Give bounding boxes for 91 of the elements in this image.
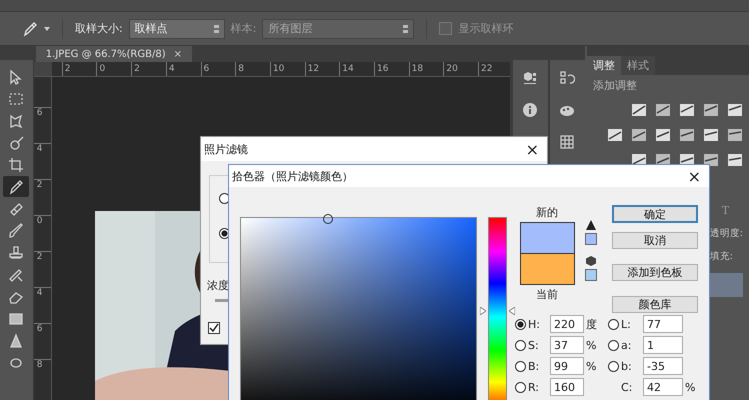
- ruler-label: 2: [34, 251, 51, 287]
- radio-button[interactable]: [515, 340, 526, 350]
- hue-slider[interactable]: [480, 217, 515, 400]
- unit-label: %: [586, 338, 598, 352]
- mini-swatch[interactable]: [585, 269, 597, 281]
- ruler-label: 6: [34, 107, 51, 143]
- value-field[interactable]: 77: [643, 315, 683, 333]
- history-brush-icon: [8, 266, 24, 282]
- field-label: L:: [621, 318, 632, 330]
- sample-size-label: 取样大小:: [75, 21, 123, 36]
- swatch-label: 当前: [536, 287, 558, 302]
- ruler-label: 0: [34, 215, 51, 251]
- ruler-label: 14: [339, 62, 374, 76]
- panel-tab[interactable]: 样式: [620, 56, 655, 75]
- value-field[interactable]: 160: [550, 378, 584, 396]
- field-label: S:: [528, 338, 540, 352]
- dialog-button[interactable]: 确定: [612, 205, 698, 223]
- density-label: 浓度: [207, 278, 229, 293]
- ruler-label: 16: [374, 62, 409, 76]
- mini-swatch[interactable]: [585, 233, 597, 245]
- document-tab[interactable]: 1.JPEG @ 66.7%(RGB/8) ×: [36, 46, 192, 62]
- value-field[interactable]: 1: [643, 336, 683, 354]
- dialog-title: 照片滤镜: [204, 142, 248, 156]
- dialog-button[interactable]: 取消: [612, 232, 698, 249]
- ruler-label: 2: [131, 62, 166, 76]
- radio-button[interactable]: [515, 382, 526, 392]
- radio-button[interactable]: [608, 318, 619, 330]
- color-marker[interactable]: [323, 214, 333, 224]
- move-icon: [8, 68, 24, 84]
- ruler-label: 2: [62, 62, 96, 76]
- ruler-label: 0: [96, 62, 132, 76]
- marquee-icon: [8, 90, 24, 106]
- value-field[interactable]: 99: [550, 357, 584, 375]
- opacity-label: 透明度:: [710, 227, 743, 240]
- sample-ring-label: 显示取样环: [458, 21, 514, 36]
- fill-label: 填充:: [710, 250, 733, 263]
- radio-button[interactable]: [515, 318, 526, 330]
- field-label: H:: [528, 318, 541, 330]
- ruler-label: 4: [34, 287, 51, 323]
- unit-label: %: [685, 380, 696, 394]
- ruler-label: 18: [408, 62, 444, 76]
- ruler-label: 6: [34, 323, 51, 359]
- brush-icon: [8, 222, 24, 238]
- warning-icon: [586, 220, 596, 230]
- ruler-label: 2: [34, 179, 51, 215]
- dialog-button[interactable]: 颜色库: [612, 296, 698, 313]
- healing-icon: [8, 200, 24, 216]
- radio-button[interactable]: [608, 340, 619, 350]
- field-label: B:: [528, 360, 540, 372]
- ruler-label: 10: [270, 62, 305, 76]
- stamp-icon: [8, 244, 24, 260]
- value-field[interactable]: 37: [550, 336, 584, 354]
- color-field[interactable]: [240, 217, 477, 400]
- blur-icon: [8, 332, 24, 348]
- lasso-icon: [8, 112, 24, 128]
- dialog-title: 拾色器（照片滤镜颜色）: [232, 168, 353, 184]
- field-label: b:: [621, 360, 633, 372]
- tool-button[interactable]: [3, 176, 30, 197]
- quick-select-icon: [8, 134, 24, 150]
- ruler-label: 4: [34, 143, 51, 179]
- close-button[interactable]: ×: [688, 166, 701, 186]
- ruler-label: 4: [166, 62, 201, 76]
- ruler-label: 20: [443, 62, 478, 76]
- radio-button[interactable]: [515, 360, 526, 372]
- sample-label: 样本:: [230, 21, 256, 36]
- sample-ring-checkbox[interactable]: [439, 22, 452, 35]
- crop-icon: [8, 156, 24, 172]
- panel-tab[interactable]: 调整: [586, 56, 621, 75]
- sample-size-select[interactable]: 取样点: [128, 18, 225, 38]
- field-label: C:: [621, 380, 634, 394]
- panel-heading: 添加调整: [592, 78, 638, 93]
- ruler-label: 8: [235, 62, 270, 76]
- cube-icon: [586, 256, 596, 266]
- close-icon[interactable]: ×: [174, 48, 182, 60]
- swatch-label: 新的: [536, 205, 558, 220]
- ruler-label: 12: [304, 62, 340, 76]
- preserve-checkbox[interactable]: [208, 322, 220, 334]
- field-label: R:: [528, 380, 540, 394]
- radio-button[interactable]: [608, 360, 619, 372]
- close-button[interactable]: ×: [526, 140, 539, 158]
- value-field[interactable]: -35: [643, 357, 683, 375]
- unit-label: %: [586, 360, 598, 372]
- value-field[interactable]: 220: [550, 315, 584, 333]
- value-field[interactable]: 42: [643, 378, 683, 396]
- ruler-label: 6: [200, 62, 236, 76]
- slider-thumb[interactable]: [480, 307, 515, 315]
- caret-icon[interactable]: [44, 26, 50, 30]
- dialog-button[interactable]: 添加到色板: [612, 264, 698, 281]
- field-label: a:: [621, 338, 632, 352]
- ruler-label: 8: [34, 359, 51, 395]
- unit-label: 度: [586, 316, 598, 332]
